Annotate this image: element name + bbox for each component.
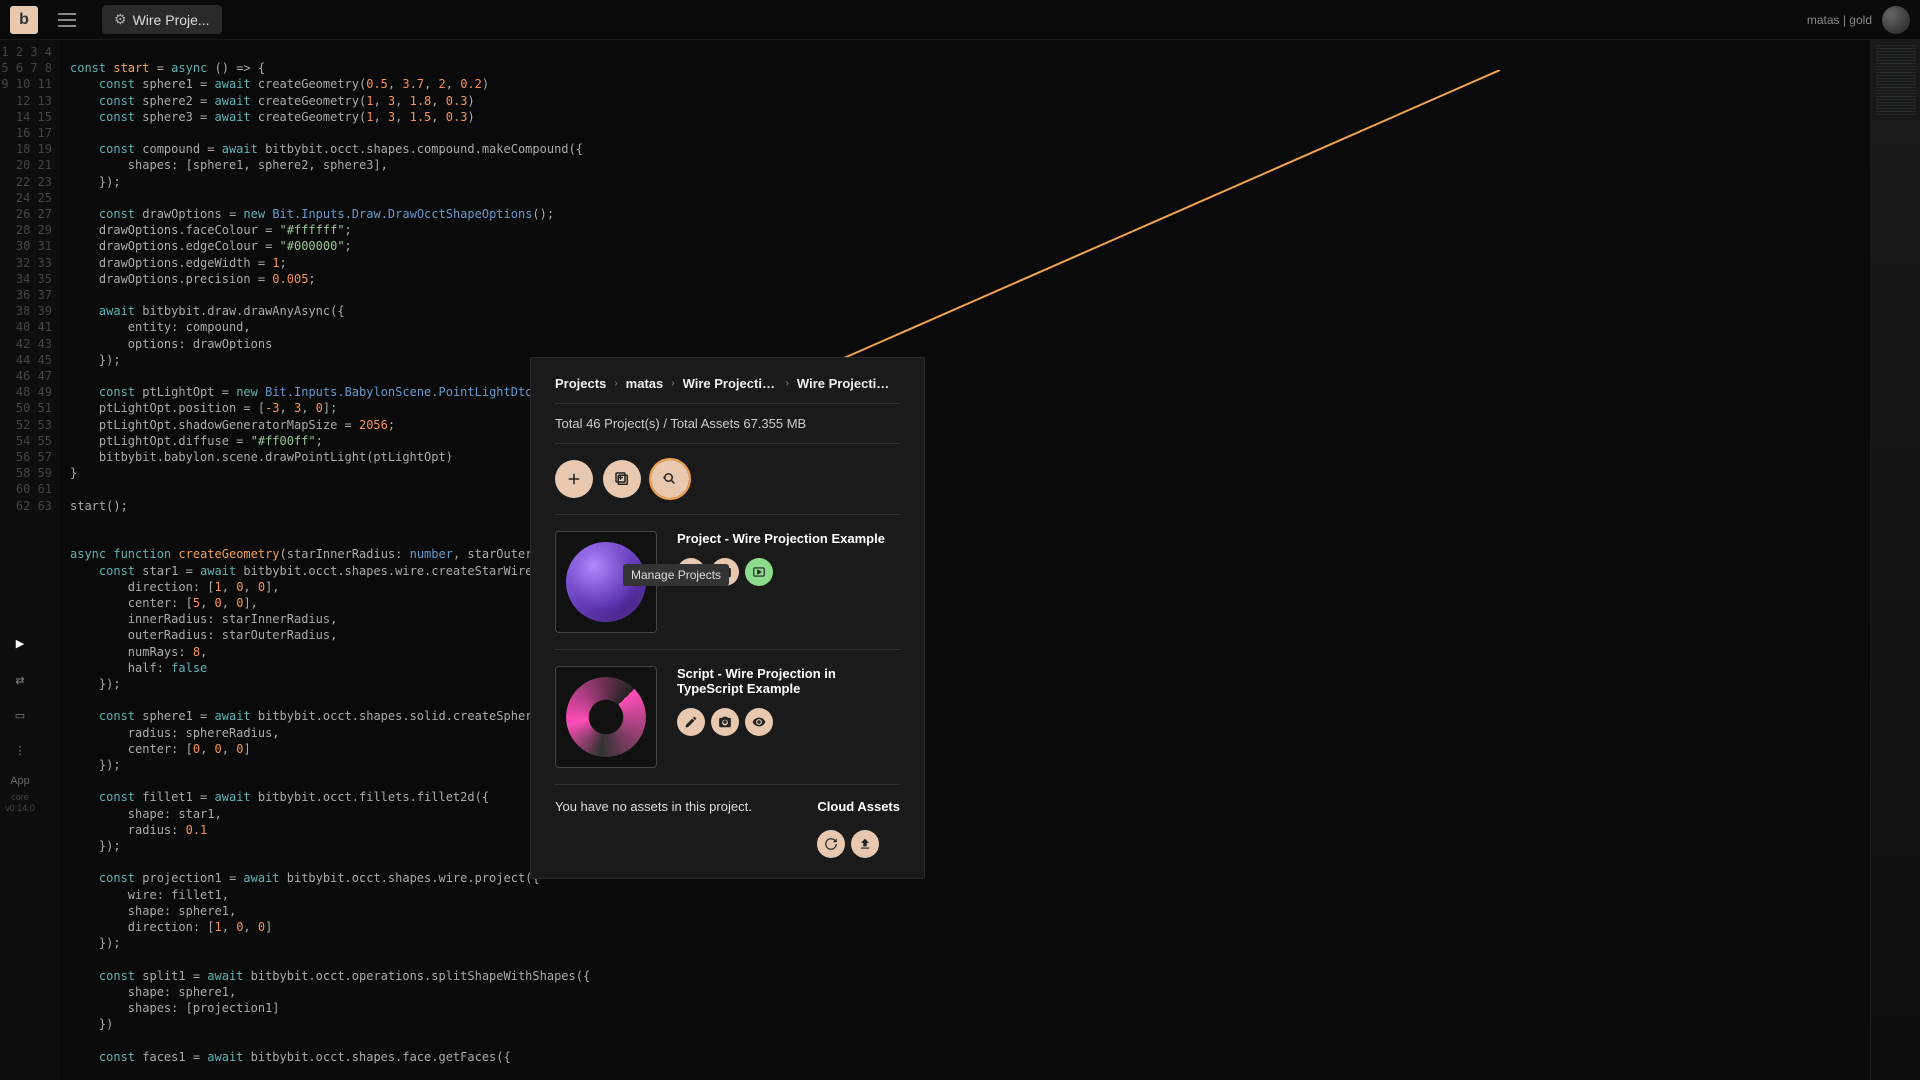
more-icon[interactable]: ⋮: [10, 740, 30, 760]
upload-button[interactable]: [851, 830, 879, 858]
add-button[interactable]: [555, 460, 593, 498]
manage-projects-button[interactable]: [651, 460, 689, 498]
camera-button[interactable]: [711, 708, 739, 736]
play-icon[interactable]: ▶: [10, 633, 30, 653]
user-label: matas | gold: [1807, 13, 1872, 27]
breadcrumb-user[interactable]: matas: [626, 376, 664, 391]
app-logo[interactable]: b: [10, 6, 38, 34]
edit-button[interactable]: [677, 708, 705, 736]
code-editor[interactable]: const start = async () => { const sphere…: [60, 40, 1870, 1080]
add-multi-button[interactable]: [603, 460, 641, 498]
chevron-right-icon: ›: [614, 378, 617, 389]
cloud-assets-row: You have no assets in this project. Clou…: [555, 785, 900, 858]
avatar[interactable]: [1882, 6, 1910, 34]
project-stats: Total 46 Project(s) / Total Assets 67.35…: [555, 404, 900, 444]
main-area: 1 2 3 4 5 6 7 8 9 10 11 12 13 14 15 16 1…: [0, 40, 1920, 1080]
topbar: b ⚙ Wire Proje... matas | gold: [0, 0, 1920, 40]
project-title: Wire Proje...: [133, 12, 210, 28]
breadcrumb-project[interactable]: Wire Projection...: [683, 376, 778, 391]
cloud-assets-label: Cloud Assets: [817, 799, 900, 814]
folder-icon[interactable]: ▭: [10, 705, 30, 725]
project-title: Project - Wire Projection Example: [677, 531, 900, 546]
topbar-right: matas | gold: [1807, 6, 1910, 34]
no-assets-message: You have no assets in this project.: [555, 799, 752, 814]
breadcrumb-current: Wire Projection...: [797, 376, 892, 391]
menu-icon[interactable]: [58, 8, 82, 32]
breadcrumb-projects[interactable]: Projects: [555, 376, 606, 391]
modal-action-row: Manage Projects: [555, 444, 900, 515]
play-video-button[interactable]: [745, 558, 773, 586]
gear-icon: ⚙: [114, 11, 127, 28]
tooltip: Manage Projects: [623, 564, 729, 586]
script-title: Script - Wire Projection in TypeScript E…: [677, 666, 900, 696]
run-panel: ▶: [6, 633, 34, 653]
project-title-chip[interactable]: ⚙ Wire Proje...: [102, 5, 222, 34]
line-gutter: 1 2 3 4 5 6 7 8 9 10 11 12 13 14 15 16 1…: [0, 40, 60, 1080]
app-label: App: [10, 775, 30, 788]
project-row-2: Script - Wire Projection in TypeScript E…: [555, 650, 900, 785]
chevron-right-icon: ›: [786, 378, 789, 389]
projects-modal: Projects › matas › Wire Projection... › …: [530, 357, 925, 879]
chevron-right-icon: ›: [671, 378, 674, 389]
swap-icon[interactable]: ⇄: [10, 670, 30, 690]
breadcrumbs: Projects › matas › Wire Projection... › …: [555, 376, 900, 404]
script-thumbnail[interactable]: [555, 666, 657, 768]
refresh-button[interactable]: [817, 830, 845, 858]
visibility-button[interactable]: [745, 708, 773, 736]
minimap[interactable]: [1870, 40, 1920, 1080]
version-label: core v0.14.0: [5, 792, 35, 814]
